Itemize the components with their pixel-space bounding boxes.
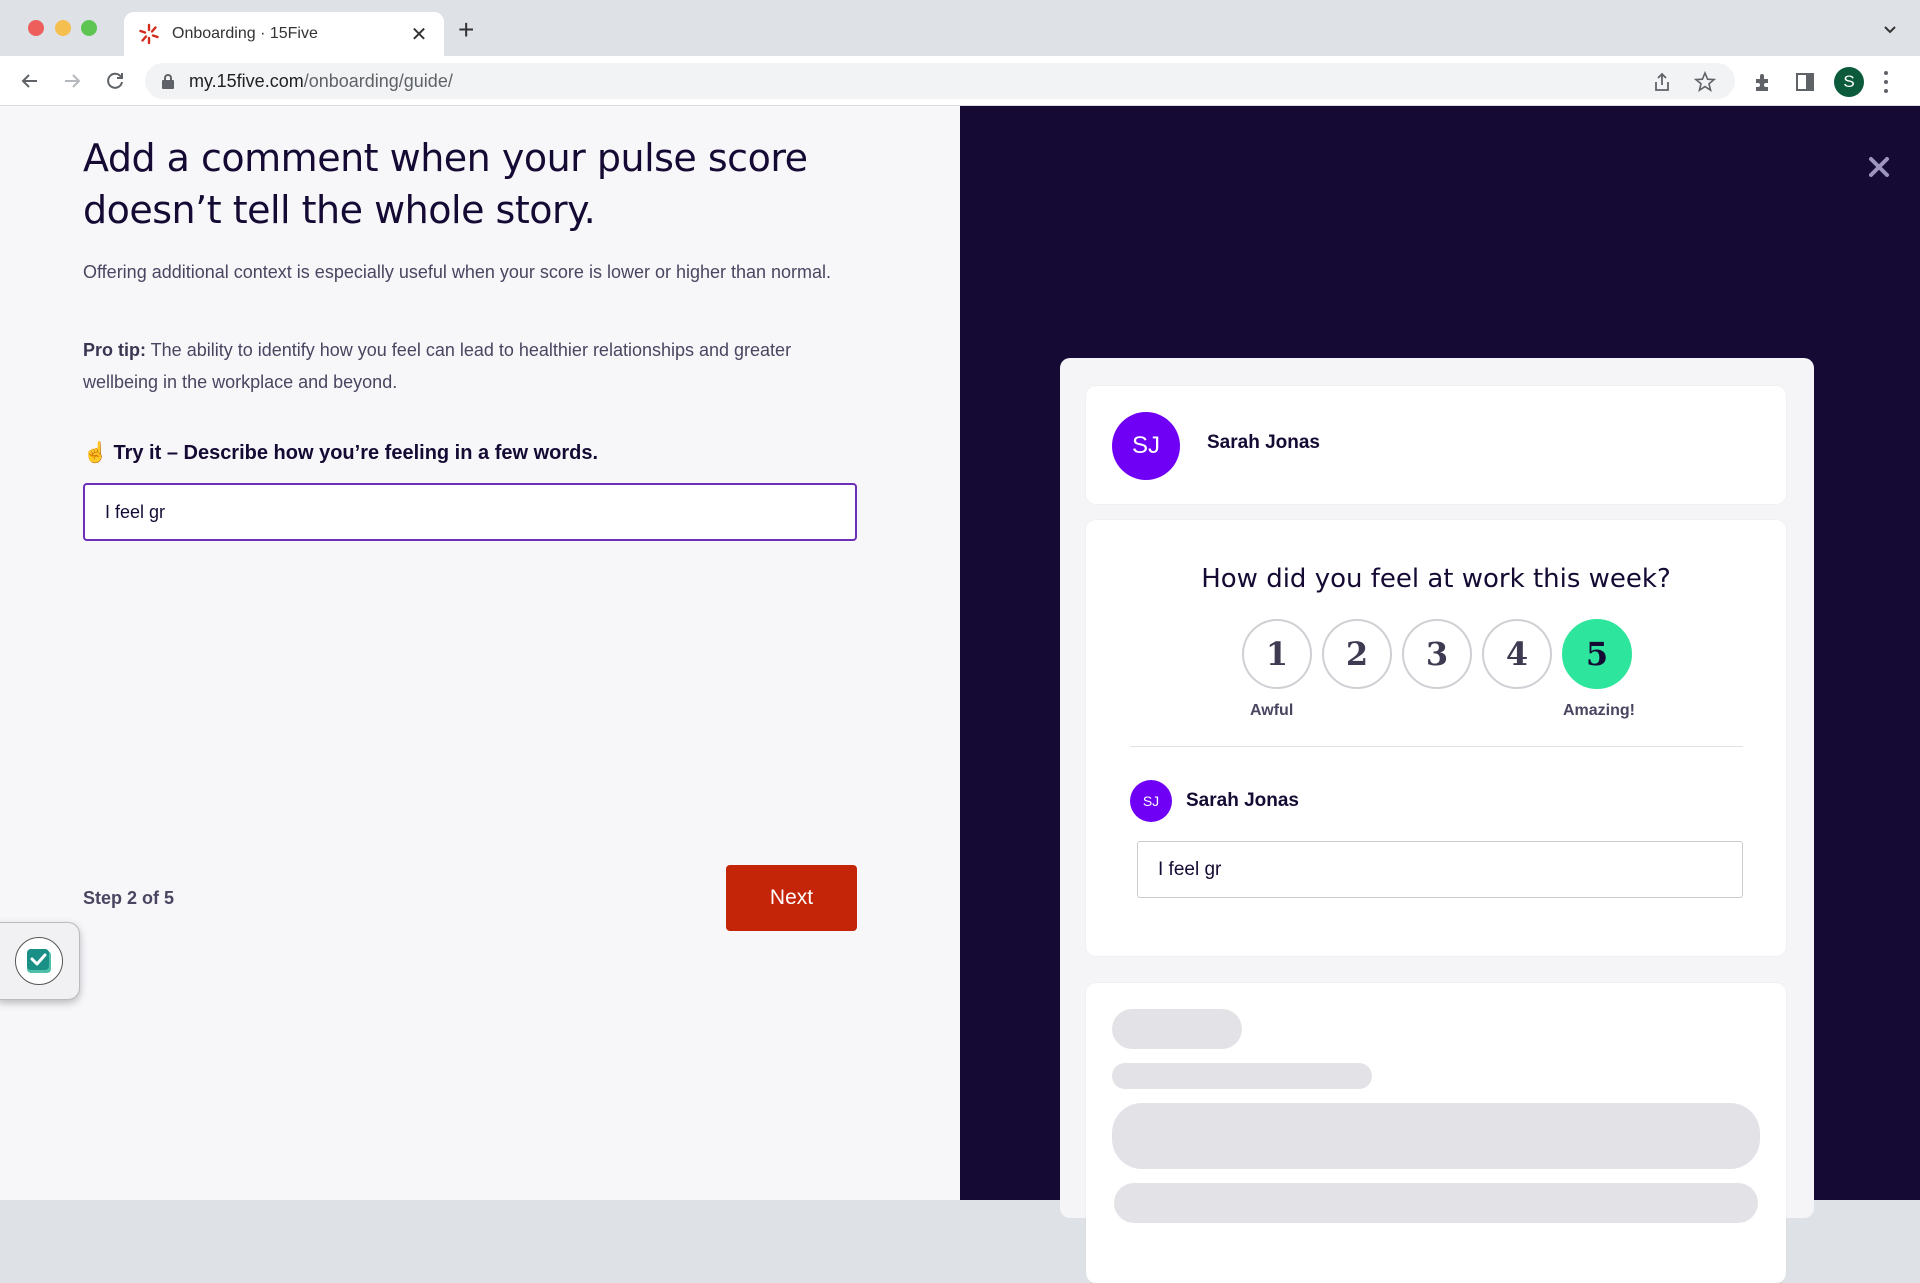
pro-tip-label: Pro tip: <box>83 340 146 360</box>
new-tab-button[interactable]: + <box>458 16 474 44</box>
skeleton-placeholder <box>1112 1103 1760 1169</box>
next-button[interactable]: Next <box>726 865 857 931</box>
tab-dropdown-icon[interactable] <box>1880 20 1900 40</box>
divider <box>1130 746 1743 747</box>
url-host: my.15five.com <box>189 70 304 91</box>
kebab-menu-icon[interactable] <box>1882 69 1890 95</box>
extensions-puzzle-icon[interactable] <box>1752 71 1774 93</box>
scale-high-label: Amazing! <box>1563 702 1635 719</box>
bookmark-star-icon[interactable] <box>1694 71 1716 93</box>
comment-preview-field <box>1137 841 1743 898</box>
skeleton-placeholder <box>1114 1183 1758 1223</box>
tab-title: Onboarding · 15Five <box>172 25 318 42</box>
lock-icon <box>162 74 174 89</box>
window-minimize-button[interactable] <box>55 20 71 36</box>
window-close-button[interactable] <box>28 20 44 36</box>
profile-avatar[interactable]: S <box>1834 67 1864 97</box>
guide-heading: Add a comment when your pulse score does… <box>83 136 808 232</box>
reload-button[interactable] <box>101 67 129 95</box>
score-option-3[interactable]: 3 <box>1402 619 1472 689</box>
user-name: Sarah Jonas <box>1207 432 1320 453</box>
pro-tip-text: The ability to identify how you feel can… <box>83 340 792 392</box>
score-option-2[interactable]: 2 <box>1322 619 1392 689</box>
pulse-question: How did you feel at work this week? <box>1201 564 1671 594</box>
close-icon[interactable] <box>1867 155 1891 179</box>
browser-tab-bar: Onboarding · 15Five ✕ + <box>0 0 1920 56</box>
window-maximize-button[interactable] <box>81 20 97 36</box>
user-avatar: SJ <box>1112 412 1180 480</box>
forward-arrow-icon <box>65 74 81 88</box>
try-it-label: ☝️ Try it – Describe how you’re feeling … <box>83 440 598 465</box>
forward-button[interactable] <box>58 67 86 95</box>
skeleton-placeholder <box>1112 1009 1242 1049</box>
tab-close-icon[interactable]: ✕ <box>408 22 430 47</box>
scale-low-label: Awful <box>1250 702 1294 719</box>
url-path: /onboarding/guide/ <box>303 70 453 91</box>
checklist-check-icon <box>27 949 51 973</box>
user-card <box>1086 386 1786 504</box>
side-panel-icon[interactable] <box>1794 71 1816 93</box>
checklist-helper-widget[interactable] <box>0 922 80 1000</box>
pointing-finger-icon: ☝️ <box>83 442 108 464</box>
score-option-4[interactable]: 4 <box>1482 619 1552 689</box>
step-indicator: Step 2 of 5 <box>83 888 175 908</box>
try-it-text: Try it – Describe how you’re feeling in … <box>113 442 599 464</box>
feeling-input[interactable] <box>83 483 857 541</box>
back-button[interactable] <box>16 67 44 95</box>
browser-tab[interactable]: Onboarding · 15Five ✕ <box>124 12 444 56</box>
comment-avatar: SJ <box>1130 780 1172 822</box>
browser-toolbar: my.15five.com/onboarding/guide/ <box>0 56 1920 106</box>
score-option-5[interactable]: 5 <box>1562 619 1632 689</box>
15five-logo-icon <box>139 23 159 45</box>
reload-icon <box>107 72 123 89</box>
back-arrow-icon <box>21 74 37 88</box>
pro-tip: Pro tip: The ability to identify how you… <box>83 334 863 398</box>
score-option-1[interactable]: 1 <box>1242 619 1312 689</box>
guide-description: Offering additional context is especiall… <box>83 262 832 282</box>
address-bar[interactable]: my.15five.com/onboarding/guide/ <box>145 63 1735 99</box>
comment-author: Sarah Jonas <box>1186 790 1299 811</box>
skeleton-placeholder <box>1112 1063 1372 1089</box>
share-icon[interactable] <box>1651 71 1673 93</box>
